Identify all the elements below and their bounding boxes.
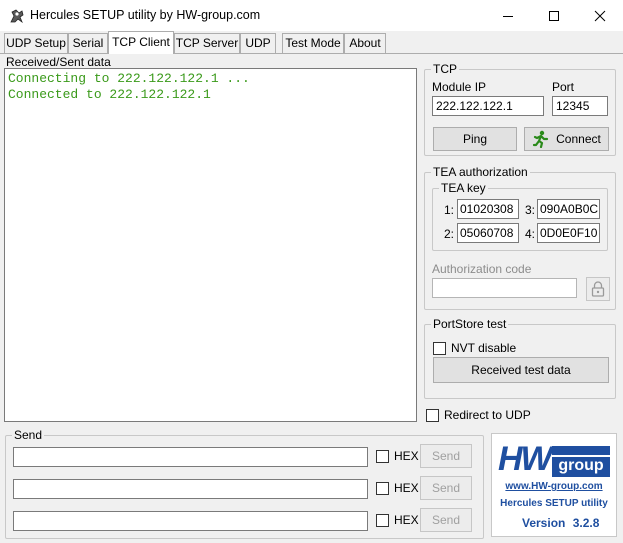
version-number: 3.2.8 (572, 516, 600, 530)
logo-url: www.HW-group.com (505, 481, 603, 492)
send-button-3[interactable]: Send (420, 508, 472, 532)
send-input-2[interactable] (13, 479, 368, 499)
redirect-to-udp-label: Redirect to UDP (444, 408, 531, 422)
minimize-icon (503, 15, 513, 17)
tea-key-2-input[interactable]: 05060708 (457, 223, 519, 243)
portstore-test-group: PortStore test NVT disable Received test… (424, 317, 616, 399)
hw-logo: HW group (498, 440, 610, 480)
logo-hw: HW (498, 440, 553, 478)
send-group: Send HEX Send HEX Send HEX Send (5, 428, 484, 539)
hex-label: HEX (394, 449, 419, 463)
authorization-code-label: Authorization code (432, 262, 532, 276)
tab-about[interactable]: About (344, 33, 386, 53)
received-sent-label: Received/Sent data (6, 55, 111, 69)
received-test-data-button[interactable]: Received test data (433, 357, 609, 383)
close-icon (594, 10, 606, 21)
tab-tcp-server[interactable]: TCP Server (174, 33, 240, 53)
tea-key-index: 1: (444, 203, 455, 217)
window-title: Hercules SETUP utility by HW-group.com (30, 8, 261, 22)
hw-group-logo-panel: HW group www.HW-group.com Hercules SETUP… (491, 433, 617, 537)
send-button-2[interactable]: Send (420, 476, 472, 500)
tcp-group-title: TCP (431, 62, 459, 76)
tea-key-4-input[interactable]: 0D0E0F10 (537, 223, 600, 243)
minimize-button[interactable] (485, 0, 531, 31)
logo-product: Hercules SETUP utility (500, 498, 608, 509)
port-label: Port (552, 80, 575, 94)
tea-key-1-input[interactable]: 01020308 (457, 199, 519, 219)
received-line: Connected to 222.122.122.1 (8, 87, 211, 102)
version-text: Version 3.2.8 (522, 516, 599, 530)
connect-button-label: Connect (556, 132, 601, 146)
tcp-group: TCP Module IP Port 222.122.122.1 12345 P… (424, 62, 616, 156)
portstore-test-title: PortStore test (431, 317, 509, 331)
maximize-button[interactable] (531, 0, 577, 31)
nvt-disable-label: NVT disable (451, 341, 517, 355)
ping-button[interactable]: Ping (433, 127, 517, 151)
version-label: Version (522, 516, 566, 530)
received-line: Connecting to 222.122.122.1 ... (8, 71, 250, 86)
running-man-icon (533, 130, 549, 148)
received-data-area[interactable]: Connecting to 222.122.122.1 ... Connected… (4, 68, 417, 422)
hex-label: HEX (394, 513, 419, 527)
tea-authorization-group: TEA authorization TEA key 1: 01020308 3:… (424, 165, 616, 310)
hex-label: HEX (394, 481, 419, 495)
tea-key-group: TEA key 1: 01020308 3: 090A0B0C 2: 05060… (432, 181, 608, 251)
tab-test-mode[interactable]: Test Mode (282, 33, 344, 53)
tab-strip: UDP Setup Serial TCP Client TCP Server U… (0, 31, 623, 55)
hex-checkbox-3[interactable] (376, 514, 389, 527)
logo-group: group (558, 457, 604, 474)
tab-baseline (0, 53, 623, 54)
module-ip-input[interactable]: 222.122.122.1 (432, 96, 544, 116)
send-input-1[interactable] (13, 447, 368, 467)
tea-authorization-title: TEA authorization (431, 165, 530, 179)
logo-bar (552, 446, 610, 455)
module-ip-label: Module IP (432, 80, 487, 94)
tab-udp[interactable]: UDP (240, 33, 276, 53)
tea-key-index: 2: (444, 227, 455, 241)
tab-serial[interactable]: Serial (68, 33, 108, 53)
hex-checkbox-2[interactable] (376, 482, 389, 495)
title-bar[interactable]: Hercules SETUP utility by HW-group.com (0, 0, 623, 31)
hercules-app-icon (8, 7, 26, 25)
redirect-to-udp-checkbox[interactable] (426, 409, 439, 422)
hex-checkbox-1[interactable] (376, 450, 389, 463)
tea-key-index: 4: (525, 227, 536, 241)
tea-key-title: TEA key (439, 181, 488, 195)
tea-key-3-input[interactable]: 090A0B0C (537, 199, 600, 219)
tab-tcp-client[interactable]: TCP Client (108, 31, 174, 54)
close-button[interactable] (577, 0, 623, 31)
authorization-code-input[interactable] (432, 278, 577, 298)
tab-udp-setup[interactable]: UDP Setup (4, 33, 68, 53)
send-button-1[interactable]: Send (420, 444, 472, 468)
send-group-title: Send (12, 428, 45, 442)
port-input[interactable]: 12345 (552, 96, 608, 116)
logo-group-box: group (552, 457, 610, 477)
maximize-icon (549, 10, 559, 21)
lock-button[interactable] (586, 277, 610, 301)
send-input-3[interactable] (13, 511, 368, 531)
connect-button[interactable]: Connect (524, 127, 609, 151)
lock-icon (591, 281, 605, 297)
tea-key-index: 3: (525, 203, 536, 217)
nvt-disable-checkbox[interactable] (433, 342, 446, 355)
